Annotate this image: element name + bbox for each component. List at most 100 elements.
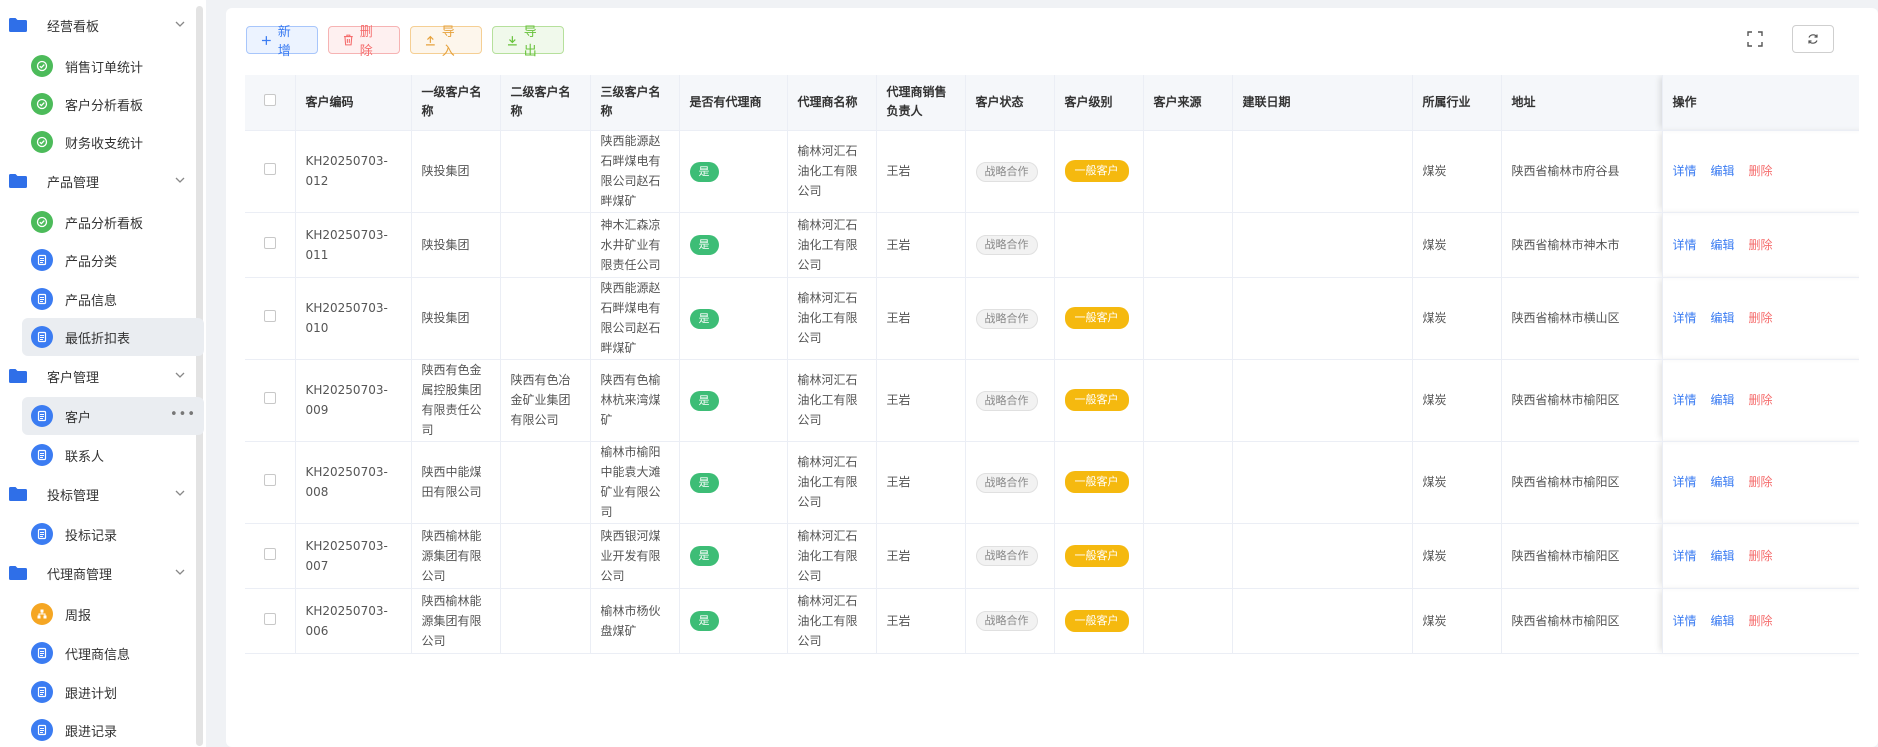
edit-link[interactable]: 编辑 — [1711, 311, 1735, 325]
column-header[interactable]: 所属行业 — [1412, 75, 1502, 131]
delete-link[interactable]: 删除 — [1749, 614, 1773, 628]
delete-link[interactable]: 删除 — [1749, 549, 1773, 563]
select-all-checkbox[interactable] — [263, 93, 276, 106]
row-checkbox[interactable] — [263, 236, 276, 249]
table-row[interactable]: KH20250703-012 陕投集团 陕西能源赵石畔煤电有限公司赵石畔煤矿是 榆林河… — [245, 130, 1859, 213]
sidebar-item-follow-plan[interactable]: 跟进计划 — [22, 673, 204, 711]
sidebar-item-sales-order-stats[interactable]: 销售订单统计 — [22, 47, 204, 85]
detail-link[interactable]: 详情 — [1673, 311, 1697, 325]
cell-industry: 煤炭 — [1412, 359, 1502, 442]
column-header[interactable]: 是否有代理商 — [679, 75, 788, 131]
cell-status: 战略合作 — [965, 588, 1055, 654]
cell-level3: 陕西银河煤业开发有限公司 — [590, 523, 680, 589]
cell-level: 一般客户 — [1054, 359, 1144, 442]
sidebar-item-product-category[interactable]: 产品分类 — [22, 241, 204, 279]
sidebar-group-customers[interactable]: 客户管理 — [0, 357, 200, 395]
status-badge: 战略合作 — [975, 161, 1038, 182]
sidebar-item-product-analysis[interactable]: 产品分析看板 — [22, 203, 204, 241]
table-row[interactable]: KH20250703-008 陕西中能煤田有限公司 榆林市榆阳中能袁大滩矿业有限公司… — [245, 441, 1859, 524]
delete-button[interactable]: 删除 — [328, 25, 400, 59]
sidebar-group-bidding[interactable]: 投标管理 — [0, 475, 200, 513]
row-checkbox[interactable] — [263, 474, 276, 486]
row-checkbox[interactable] — [263, 310, 276, 322]
cell-has-agent: 是 — [679, 212, 788, 278]
sidebar-item-follow-records[interactable]: 跟进记录 — [22, 711, 204, 747]
column-header[interactable]: 地址 — [1501, 75, 1663, 131]
chevron-down-icon — [175, 569, 185, 575]
sidebar-group-label: 代理商管理 — [47, 567, 113, 583]
level-badge: 一般客户 — [1064, 471, 1129, 493]
detail-link[interactable]: 详情 — [1673, 238, 1697, 252]
detail-link[interactable]: 详情 — [1673, 393, 1697, 407]
delete-link[interactable]: 删除 — [1749, 311, 1773, 325]
delete-link[interactable]: 删除 — [1749, 475, 1773, 489]
table-row[interactable]: KH20250703-006 陕西榆林能源集团有限公司 榆林市杨伙盘煤矿是 榆林河汇石… — [245, 588, 1859, 654]
detail-link[interactable]: 详情 — [1673, 549, 1697, 563]
sidebar-item-weekly-report[interactable]: 周报 — [22, 595, 204, 633]
cell-agent-name: 榆林河汇石油化工有限公司 — [787, 277, 877, 360]
sidebar-item-product-info[interactable]: 产品信息 — [22, 280, 204, 318]
column-header[interactable]: 客户状态 — [965, 75, 1055, 131]
detail-link[interactable]: 详情 — [1673, 475, 1697, 489]
edit-link[interactable]: 编辑 — [1711, 393, 1735, 407]
has-agent-tag: 是 — [689, 472, 719, 493]
sidebar-group-dashboard[interactable]: 经营看板 — [0, 6, 200, 44]
delete-link[interactable]: 删除 — [1749, 393, 1773, 407]
column-header[interactable]: 客户级别 — [1054, 75, 1144, 131]
cell-level1: 陕西榆林能源集团有限公司 — [411, 523, 501, 589]
column-header[interactable]: 三级客户名称 — [590, 75, 680, 131]
column-header: 操作 — [1662, 75, 1859, 131]
cell-level: 一般客户 — [1054, 130, 1144, 213]
sidebar-item-min-discount[interactable]: 最低折扣表 — [22, 318, 204, 356]
cell-date — [1232, 277, 1413, 360]
sidebar-item-contacts[interactable]: 联系人 — [22, 436, 204, 474]
column-header[interactable]: 代理商销售负责人 — [876, 75, 966, 131]
column-header[interactable]: 客户编码 — [295, 75, 412, 131]
add-button[interactable]: 新增 — [246, 25, 318, 59]
import-button[interactable]: 导入 — [410, 25, 482, 59]
column-header[interactable]: 二级客户名称 — [500, 75, 591, 131]
sidebar-item-finance-stats[interactable]: 财务收支统计 — [22, 123, 204, 161]
sidebar-item-customer[interactable]: 客户 ••• — [22, 397, 204, 435]
row-checkbox[interactable] — [263, 163, 276, 175]
cell-has-agent: 是 — [679, 588, 788, 654]
edit-link[interactable]: 编辑 — [1711, 238, 1735, 252]
edit-link[interactable]: 编辑 — [1711, 475, 1735, 489]
column-header[interactable]: 建联日期 — [1232, 75, 1413, 131]
refresh-button[interactable] — [1792, 25, 1834, 53]
sidebar-item-label: 产品分析看板 — [65, 216, 144, 232]
cell-source — [1143, 441, 1233, 524]
delete-link[interactable]: 删除 — [1749, 164, 1773, 178]
export-button[interactable]: 导出 — [492, 25, 564, 59]
detail-link[interactable]: 详情 — [1673, 614, 1697, 628]
more-icon[interactable]: ••• — [170, 407, 196, 422]
table-row[interactable]: KH20250703-009 陕西有色金属控股集团有限责任公司 陕西有色冶金矿业集团… — [245, 359, 1859, 442]
sidebar-item-bid-records[interactable]: 投标记录 — [22, 515, 204, 553]
detail-link[interactable]: 详情 — [1673, 164, 1697, 178]
sidebar-group-agents[interactable]: 代理商管理 — [0, 554, 200, 592]
column-header[interactable]: 客户来源 — [1143, 75, 1233, 131]
sidebar-item-label: 周报 — [65, 608, 92, 624]
cell-source — [1143, 277, 1233, 360]
refresh-icon — [1808, 34, 1818, 44]
column-header[interactable]: 代理商名称 — [787, 75, 877, 131]
table-row[interactable]: KH20250703-007 陕西榆林能源集团有限公司 陕西银河煤业开发有限公司是 榆… — [245, 523, 1859, 589]
delete-link[interactable]: 删除 — [1749, 238, 1773, 252]
upload-icon — [425, 35, 435, 45]
sidebar-item-agent-info[interactable]: 代理商信息 — [22, 634, 204, 672]
edit-link[interactable]: 编辑 — [1711, 549, 1735, 563]
table-row[interactable]: KH20250703-010 陕投集团 陕西能源赵石畔煤电有限公司赵石畔煤矿是 榆林河… — [245, 277, 1859, 360]
row-checkbox[interactable] — [263, 547, 276, 560]
column-header[interactable]: 一级客户名称 — [411, 75, 501, 131]
cell-code: KH20250703-009 — [295, 359, 412, 442]
edit-link[interactable]: 编辑 — [1711, 614, 1735, 628]
table-row[interactable]: KH20250703-011 陕投集团 神木汇森凉水井矿业有限责任公司是 榆林河汇石油… — [245, 212, 1859, 278]
add-button-label: 新增 — [277, 25, 291, 59]
row-checkbox[interactable] — [263, 392, 276, 404]
sidebar-group-products[interactable]: 产品管理 — [0, 162, 200, 200]
sidebar-item-customer-analysis[interactable]: 客户分析看板 — [22, 85, 204, 123]
cell-agent-sales: 王岩 — [876, 212, 966, 278]
fullscreen-icon[interactable] — [1746, 30, 1764, 48]
row-checkbox[interactable] — [263, 612, 276, 625]
edit-link[interactable]: 编辑 — [1711, 164, 1735, 178]
